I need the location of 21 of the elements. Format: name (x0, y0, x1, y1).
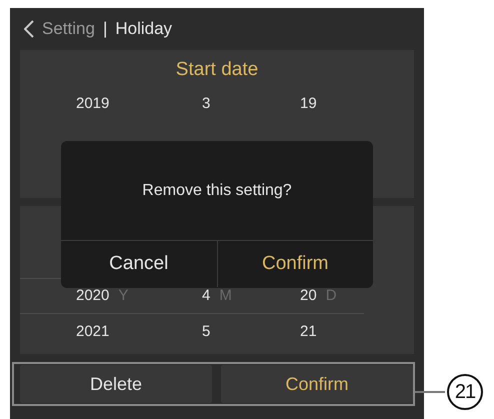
back-icon (24, 20, 34, 38)
dialog-button[interactable]: Cancel (61, 241, 216, 287)
picker-title: Start date (174, 58, 260, 82)
picker-value: 19 (300, 94, 317, 112)
picker-value: 2021 (76, 322, 110, 340)
picker-value: 2019 (76, 94, 110, 112)
picker-value: 2020 (76, 286, 110, 304)
header-separator: | (102, 18, 108, 40)
picker-value: 3 (202, 94, 210, 112)
page-title: Holiday (115, 18, 172, 40)
picker-value: 21 (300, 322, 317, 340)
dialog-button[interactable]: Confirm (216, 241, 373, 287)
footer-button[interactable]: Confirm (221, 365, 413, 403)
picker-value: 5 (202, 322, 210, 340)
dialog-message: Remove this setting? (61, 141, 373, 241)
callout-number: 21 (447, 374, 483, 410)
picker-value: 20 (300, 286, 317, 304)
footer-button[interactable]: Delete (20, 365, 212, 403)
picker-value: 4 (202, 286, 210, 304)
back-link[interactable]: Setting (24, 16, 95, 42)
leader-line (415, 391, 445, 393)
